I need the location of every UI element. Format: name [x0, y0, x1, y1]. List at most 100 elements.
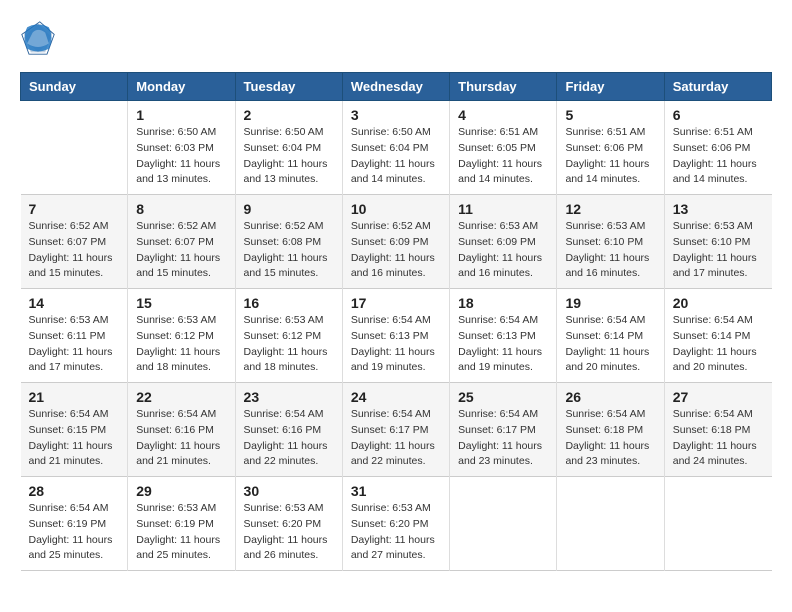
calendar-cell: 15 Sunrise: 6:53 AMSunset: 6:12 PMDayligh… — [128, 289, 235, 383]
calendar-cell: 19 Sunrise: 6:54 AMSunset: 6:14 PMDayligh… — [557, 289, 664, 383]
day-info: Sunrise: 6:52 AMSunset: 6:09 PMDaylight:… — [351, 219, 441, 282]
day-number: 11 — [458, 201, 548, 217]
calendar-cell: 2 Sunrise: 6:50 AMSunset: 6:04 PMDaylight… — [235, 101, 342, 195]
day-number: 18 — [458, 295, 548, 311]
calendar-cell: 13Sunrise: 6:53 AMSunset: 6:10 PMDayligh… — [664, 195, 771, 289]
calendar-week-row: 1Sunrise: 6:50 AMSunset: 6:03 PMDaylight… — [21, 101, 772, 195]
calendar-week-row: 21Sunrise: 6:54 AMSunset: 6:15 PMDayligh… — [21, 383, 772, 477]
day-number: 29 — [136, 483, 226, 499]
day-number: 17 — [351, 295, 441, 311]
day-info: Sunrise: 6:53 AMSunset: 6:10 PMDaylight:… — [673, 219, 764, 282]
calendar-cell: 18 Sunrise: 6:54 AMSunset: 6:13 PMDayligh… — [450, 289, 557, 383]
day-number: 30 — [244, 483, 334, 499]
day-number: 19 — [565, 295, 655, 311]
day-number: 6 — [673, 107, 764, 123]
day-info: Sunrise: 6:54 AMSunset: 6:13 PMDaylight:… — [351, 313, 441, 376]
day-number: 2 — [244, 107, 334, 123]
weekday-header-row: SundayMondayTuesdayWednesdayThursdayFrid… — [21, 73, 772, 101]
day-info: Sunrise: 6:53 AMSunset: 6:19 PMDaylight:… — [136, 501, 226, 564]
calendar-cell: 9 Sunrise: 6:52 AMSunset: 6:08 PMDaylight… — [235, 195, 342, 289]
day-info: Sunrise: 6:53 AMSunset: 6:09 PMDaylight:… — [458, 219, 548, 282]
calendar-cell: 28 Sunrise: 6:54 AMSunset: 6:19 PMDayligh… — [21, 477, 128, 571]
calendar-cell: 29 Sunrise: 6:53 AMSunset: 6:19 PMDayligh… — [128, 477, 235, 571]
day-info: Sunrise: 6:53 AMSunset: 6:20 PMDaylight:… — [244, 501, 334, 564]
calendar-cell — [557, 477, 664, 571]
logo — [20, 20, 60, 56]
weekday-header-wednesday: Wednesday — [342, 73, 449, 101]
weekday-header-monday: Monday — [128, 73, 235, 101]
calendar-week-row: 7 Sunrise: 6:52 AMSunset: 6:07 PMDaylight… — [21, 195, 772, 289]
day-number: 1 — [136, 107, 226, 123]
calendar-week-row: 28 Sunrise: 6:54 AMSunset: 6:19 PMDayligh… — [21, 477, 772, 571]
day-number: 28 — [29, 483, 120, 499]
day-info: Sunrise: 6:50 AMSunset: 6:04 PMDaylight:… — [351, 125, 441, 188]
day-info: Sunrise: 6:53 AMSunset: 6:10 PMDaylight:… — [565, 219, 655, 282]
day-number: 9 — [244, 201, 334, 217]
day-info: Sunrise: 6:54 AMSunset: 6:17 PMDaylight:… — [458, 407, 548, 470]
weekday-header-friday: Friday — [557, 73, 664, 101]
day-number: 27 — [673, 389, 764, 405]
day-info: Sunrise: 6:54 AMSunset: 6:14 PMDaylight:… — [565, 313, 655, 376]
calendar-cell: 24 Sunrise: 6:54 AMSunset: 6:17 PMDayligh… — [342, 383, 449, 477]
calendar-cell: 27 Sunrise: 6:54 AMSunset: 6:18 PMDayligh… — [664, 383, 771, 477]
day-number: 7 — [29, 201, 120, 217]
day-number: 31 — [351, 483, 441, 499]
day-info: Sunrise: 6:51 AMSunset: 6:06 PMDaylight:… — [565, 125, 655, 188]
day-number: 15 — [136, 295, 226, 311]
calendar-cell — [21, 101, 128, 195]
calendar-cell: 20 Sunrise: 6:54 AMSunset: 6:14 PMDayligh… — [664, 289, 771, 383]
calendar-cell — [450, 477, 557, 571]
weekday-header-thursday: Thursday — [450, 73, 557, 101]
day-info: Sunrise: 6:51 AMSunset: 6:05 PMDaylight:… — [458, 125, 548, 188]
day-info: Sunrise: 6:52 AMSunset: 6:07 PMDaylight:… — [29, 219, 120, 282]
day-info: Sunrise: 6:54 AMSunset: 6:14 PMDaylight:… — [673, 313, 764, 376]
day-info: Sunrise: 6:53 AMSunset: 6:12 PMDaylight:… — [244, 313, 334, 376]
day-info: Sunrise: 6:54 AMSunset: 6:18 PMDaylight:… — [673, 407, 764, 470]
day-info: Sunrise: 6:54 AMSunset: 6:16 PMDaylight:… — [136, 407, 226, 470]
calendar-cell: 21Sunrise: 6:54 AMSunset: 6:15 PMDayligh… — [21, 383, 128, 477]
header — [20, 20, 772, 56]
day-number: 3 — [351, 107, 441, 123]
day-number: 20 — [673, 295, 764, 311]
day-number: 14 — [29, 295, 120, 311]
day-number: 16 — [244, 295, 334, 311]
calendar-cell: 17 Sunrise: 6:54 AMSunset: 6:13 PMDayligh… — [342, 289, 449, 383]
calendar-cell: 31Sunrise: 6:53 AMSunset: 6:20 PMDayligh… — [342, 477, 449, 571]
calendar-cell: 26 Sunrise: 6:54 AMSunset: 6:18 PMDayligh… — [557, 383, 664, 477]
day-info: Sunrise: 6:52 AMSunset: 6:08 PMDaylight:… — [244, 219, 334, 282]
day-number: 4 — [458, 107, 548, 123]
day-number: 12 — [565, 201, 655, 217]
day-info: Sunrise: 6:54 AMSunset: 6:19 PMDaylight:… — [29, 501, 120, 564]
calendar-cell: 16 Sunrise: 6:53 AMSunset: 6:12 PMDayligh… — [235, 289, 342, 383]
day-number: 8 — [136, 201, 226, 217]
weekday-header-sunday: Sunday — [21, 73, 128, 101]
day-info: Sunrise: 6:50 AMSunset: 6:04 PMDaylight:… — [244, 125, 334, 188]
day-info: Sunrise: 6:53 AMSunset: 6:12 PMDaylight:… — [136, 313, 226, 376]
day-number: 24 — [351, 389, 441, 405]
calendar-cell: 14Sunrise: 6:53 AMSunset: 6:11 PMDayligh… — [21, 289, 128, 383]
logo-icon — [20, 20, 56, 56]
calendar-cell: 5 Sunrise: 6:51 AMSunset: 6:06 PMDaylight… — [557, 101, 664, 195]
calendar-cell — [664, 477, 771, 571]
day-info: Sunrise: 6:51 AMSunset: 6:06 PMDaylight:… — [673, 125, 764, 188]
calendar-cell: 12 Sunrise: 6:53 AMSunset: 6:10 PMDayligh… — [557, 195, 664, 289]
calendar-cell: 6 Sunrise: 6:51 AMSunset: 6:06 PMDaylight… — [664, 101, 771, 195]
day-number: 5 — [565, 107, 655, 123]
day-info: Sunrise: 6:54 AMSunset: 6:16 PMDaylight:… — [244, 407, 334, 470]
day-info: Sunrise: 6:54 AMSunset: 6:13 PMDaylight:… — [458, 313, 548, 376]
calendar-table: SundayMondayTuesdayWednesdayThursdayFrid… — [20, 72, 772, 571]
calendar-cell: 7 Sunrise: 6:52 AMSunset: 6:07 PMDaylight… — [21, 195, 128, 289]
calendar-cell: 30 Sunrise: 6:53 AMSunset: 6:20 PMDayligh… — [235, 477, 342, 571]
day-info: Sunrise: 6:52 AMSunset: 6:07 PMDaylight:… — [136, 219, 226, 282]
day-number: 22 — [136, 389, 226, 405]
day-number: 21 — [29, 389, 120, 405]
calendar-cell: 25Sunrise: 6:54 AMSunset: 6:17 PMDayligh… — [450, 383, 557, 477]
calendar-cell: 8 Sunrise: 6:52 AMSunset: 6:07 PMDaylight… — [128, 195, 235, 289]
day-info: Sunrise: 6:54 AMSunset: 6:18 PMDaylight:… — [565, 407, 655, 470]
day-number: 23 — [244, 389, 334, 405]
day-number: 26 — [565, 389, 655, 405]
weekday-header-saturday: Saturday — [664, 73, 771, 101]
calendar-cell: 1Sunrise: 6:50 AMSunset: 6:03 PMDaylight… — [128, 101, 235, 195]
calendar-cell: 4 Sunrise: 6:51 AMSunset: 6:05 PMDaylight… — [450, 101, 557, 195]
day-info: Sunrise: 6:54 AMSunset: 6:17 PMDaylight:… — [351, 407, 441, 470]
